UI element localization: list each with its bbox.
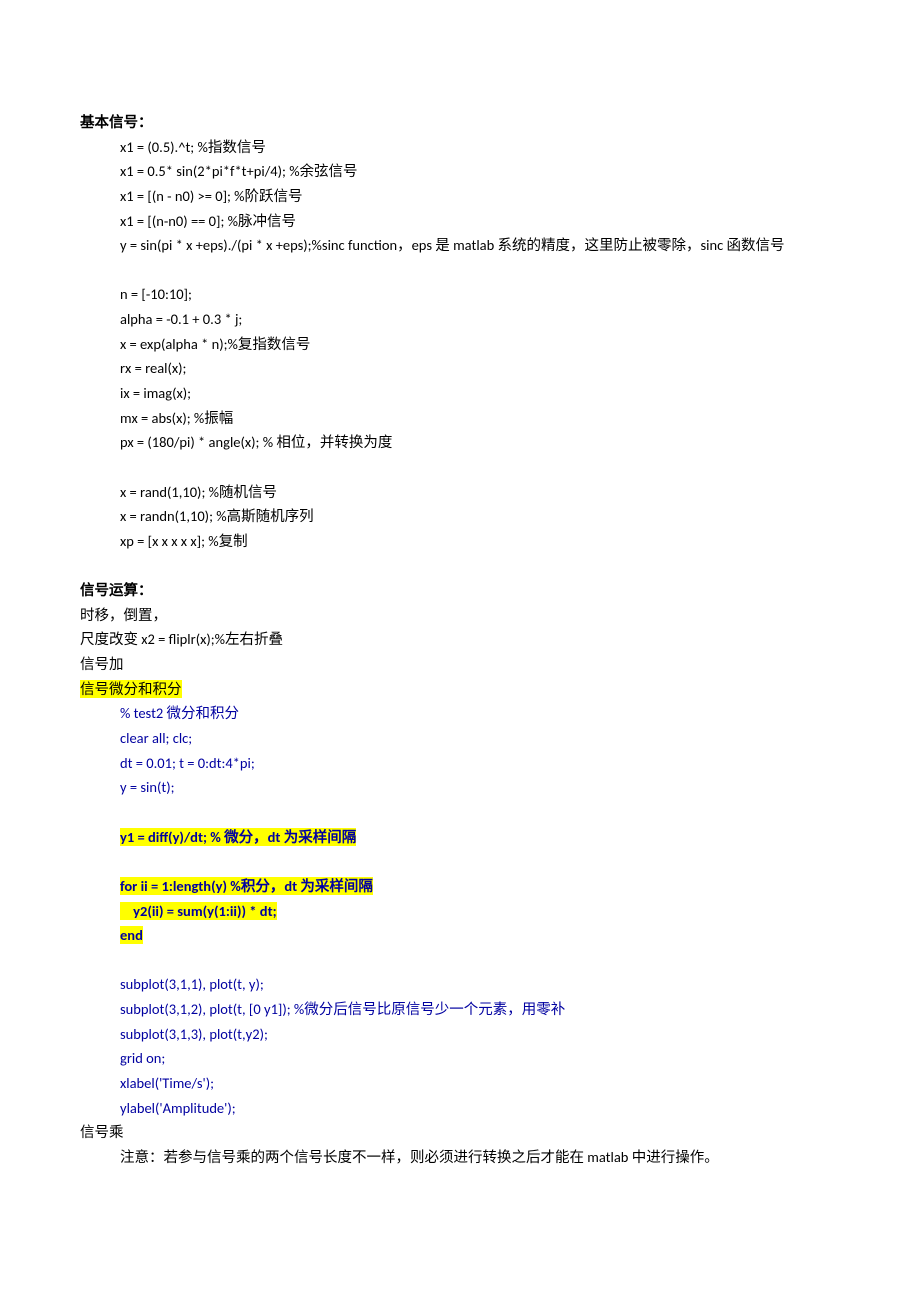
text-line: 信号加 [80,652,840,677]
highlight: y1 = diff(y)/dt; % 微分，dt 为采样间隔 [120,828,356,846]
code-block-6: for ii = 1:length(y) %积分，dt 为采样间隔 y2(ii)… [80,874,840,948]
code-line: x = randn(1,10); %高斯随机序列 [120,504,840,529]
code-line: x1 = [(n-n0) == 0]; %脉冲信号 [120,209,840,234]
code-line: dt = 0.01; t = 0:dt:4*pi; [120,751,840,776]
code-line: subplot(3,1,3), plot(t,y2); [120,1022,840,1047]
code-line: subplot(3,1,1), plot(t, y); [120,972,840,997]
code-block-3: x = rand(1,10); %随机信号 x = randn(1,10); %… [80,480,840,554]
code-line: px = (180/pi) * angle(x); % 相位，并转换为度 [120,430,840,455]
highlight: y2(ii) = sum(y(1:ii)) * dt; [120,902,277,920]
highlight: for ii = 1:length(y) %积分，dt 为采样间隔 [120,877,373,895]
code-line: n = [-10:10]; [120,282,840,307]
heading-basic-signals: 基本信号： [80,110,840,135]
heading-signal-ops: 信号运算： [80,578,840,603]
spacer [80,849,840,874]
code-line-highlight: y1 = diff(y)/dt; % 微分，dt 为采样间隔 [120,825,840,850]
code-line: ylabel('Amplitude'); [120,1096,840,1121]
code-line: y = sin(pi * x +eps)./(pi * x +eps);%sin… [120,233,840,258]
code-line-highlight: end [120,923,840,948]
spacer [80,258,840,283]
code-line: x1 = (0.5).^t; %指数信号 [120,135,840,160]
text-line: 注意：若参与信号乘的两个信号长度不一样，则必须进行转换之后才能在 matlab … [120,1145,840,1170]
highlight: end [120,926,143,944]
text-line: 信号乘 [80,1120,840,1145]
spacer [80,800,840,825]
code-line: mx = abs(x); %振幅 [120,406,840,431]
code-line: ix = imag(x); [120,381,840,406]
page: 基本信号： x1 = (0.5).^t; %指数信号 x1 = 0.5* sin… [0,0,920,1302]
code-block-5: y1 = diff(y)/dt; % 微分，dt 为采样间隔 [80,825,840,850]
text-line: 尺度改变 x2 = fliplr(x);%左右折叠 [80,627,840,652]
spacer [80,455,840,480]
code-line: % test2 微分和积分 [120,701,840,726]
text-line: 时移，倒置， [80,603,840,628]
code-line-highlight: y2(ii) = sum(y(1:ii)) * dt; [120,899,840,924]
code-block-7: subplot(3,1,1), plot(t, y); subplot(3,1,… [80,972,840,1120]
code-line: xp = [x x x x x]; %复制 [120,529,840,554]
spacer [80,554,840,579]
text-line-highlight: 信号微分和积分 [80,677,840,702]
note-block: 注意：若参与信号乘的两个信号长度不一样，则必须进行转换之后才能在 matlab … [80,1145,840,1170]
code-block-1: x1 = (0.5).^t; %指数信号 x1 = 0.5* sin(2*pi*… [80,135,840,258]
spacer [80,948,840,973]
code-line: rx = real(x); [120,356,840,381]
code-line: alpha = -0.1 + 0.3 * j; [120,307,840,332]
code-block-2: n = [-10:10]; alpha = -0.1 + 0.3 * j; x … [80,282,840,454]
code-line: x = exp(alpha * n);%复指数信号 [120,332,840,357]
code-line-highlight: for ii = 1:length(y) %积分，dt 为采样间隔 [120,874,840,899]
code-line: x1 = 0.5* sin(2*pi*f*t+pi/4); %余弦信号 [120,159,840,184]
code-line: x1 = [(n - n0) >= 0]; %阶跃信号 [120,184,840,209]
code-line: grid on; [120,1046,840,1071]
code-line: xlabel('Time/s'); [120,1071,840,1096]
code-line: clear all; clc; [120,726,840,751]
code-line: subplot(3,1,2), plot(t, [0 y1]); %微分后信号比… [120,997,840,1022]
code-block-4: % test2 微分和积分 clear all; clc; dt = 0.01;… [80,701,840,800]
highlight: 信号微分和积分 [80,680,182,698]
code-line: x = rand(1,10); %随机信号 [120,480,840,505]
code-line: y = sin(t); [120,775,840,800]
